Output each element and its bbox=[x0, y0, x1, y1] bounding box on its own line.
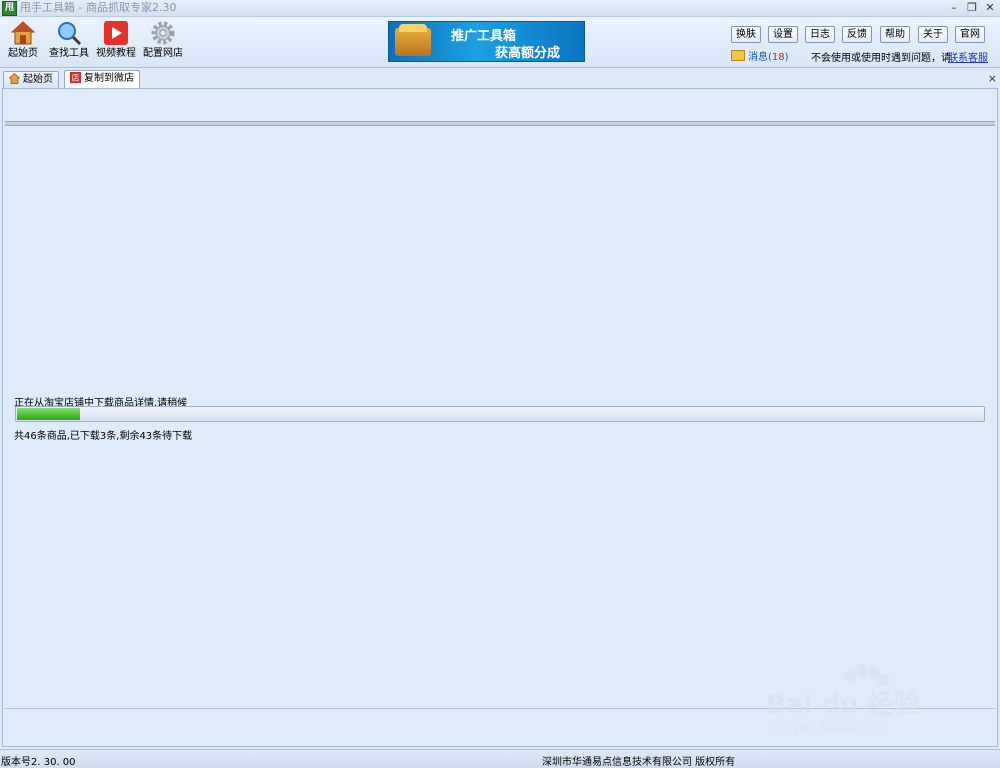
banner-subtitle: 获高额分成 bbox=[495, 46, 561, 61]
main-content: 正在从淘宝店铺中下载商品详情,请稍候 共46条商品,已下载3条,剩余43条待下载 bbox=[2, 88, 998, 747]
progress-fill bbox=[17, 408, 80, 420]
close-window-button[interactable]: ✕ bbox=[982, 0, 998, 15]
tab-strip: 起始页 店 复制到微店 × bbox=[0, 68, 1000, 88]
version-text: 版本号2. 30. 00 bbox=[1, 757, 76, 768]
messages-count: 18 bbox=[771, 52, 785, 63]
tool-label: 视频教程 bbox=[96, 48, 136, 59]
treasure-chest-icon bbox=[395, 24, 431, 56]
copyright-text: 深圳市华通易点信息技术有限公司 版权所有 bbox=[542, 757, 736, 768]
home-icon bbox=[8, 73, 21, 84]
title-bar: 甩 甩手工具箱 - 商品抓取专家2.30 – ❐ ✕ bbox=[0, 0, 1000, 17]
tool-start-page[interactable]: 起始页 bbox=[0, 20, 48, 60]
app-logo-icon: 甩 bbox=[2, 1, 17, 16]
baidu-watermark: Bai du 经验 jingyan.baidu.com bbox=[766, 662, 946, 742]
restore-button[interactable]: ❐ bbox=[964, 0, 980, 15]
about-button[interactable]: 关于 bbox=[918, 26, 948, 43]
tool-label: 查找工具 bbox=[49, 48, 89, 59]
messages-link[interactable]: 消息(18) bbox=[731, 48, 789, 63]
tool-label: 起始页 bbox=[8, 48, 38, 59]
status-bar: 版本号2. 30. 00 深圳市华通易点信息技术有限公司 版权所有 bbox=[0, 749, 1000, 768]
settings-button[interactable]: 设置 bbox=[768, 26, 798, 43]
feedback-button[interactable]: 反馈 bbox=[842, 26, 872, 43]
messages-label-close: ) bbox=[784, 52, 789, 63]
watermark-brand: Bai du 经验 bbox=[766, 690, 920, 720]
download-progress-bar bbox=[15, 406, 985, 422]
gear-icon bbox=[150, 20, 176, 46]
skin-button[interactable]: 换肤 bbox=[731, 26, 761, 43]
envelope-icon bbox=[731, 50, 745, 61]
tool-find-tools[interactable]: 查找工具 bbox=[44, 20, 94, 60]
tool-video-tutorial[interactable]: 视频教程 bbox=[91, 20, 141, 60]
video-play-icon bbox=[103, 20, 129, 46]
help-text: 不会使用或使用时遇到问题，请 bbox=[811, 53, 951, 64]
official-site-button[interactable]: 官网 bbox=[955, 26, 985, 43]
tool-label: 配置网店 bbox=[143, 48, 183, 59]
tab-label: 起始页 bbox=[23, 74, 53, 85]
contact-support-link[interactable]: 联系客服 bbox=[948, 49, 988, 64]
shop-icon: 店 bbox=[70, 72, 81, 83]
help-button[interactable]: 帮助 bbox=[880, 26, 910, 43]
tab-label: 复制到微店 bbox=[84, 73, 134, 84]
log-button[interactable]: 日志 bbox=[805, 26, 835, 43]
svg-text:店: 店 bbox=[72, 73, 80, 83]
search-icon bbox=[56, 20, 82, 46]
close-tab-icon[interactable]: × bbox=[988, 72, 997, 85]
tab-start-page[interactable]: 起始页 bbox=[3, 71, 59, 88]
promo-banner[interactable]: 推广工具箱 获高额分成 bbox=[388, 21, 585, 62]
tool-configure-shop[interactable]: 配置网店 bbox=[138, 20, 188, 60]
window-title: 甩手工具箱 - 商品抓取专家2.30 bbox=[20, 1, 177, 14]
tab-copy-to-weidian[interactable]: 店 复制到微店 bbox=[64, 70, 140, 88]
messages-label: 消息( bbox=[748, 52, 772, 63]
divider bbox=[5, 121, 995, 126]
main-toolbar: 起始页 查找工具 视频教程 配置网店 推广工具箱 获高额分成 换肤 设置 日志 … bbox=[0, 17, 1000, 68]
progress-status: 共46条商品,已下载3条,剩余43条待下载 bbox=[14, 431, 193, 442]
watermark-url: jingyan.baidu.com bbox=[768, 720, 888, 735]
minimize-button[interactable]: – bbox=[946, 0, 962, 15]
home-icon bbox=[10, 20, 36, 46]
